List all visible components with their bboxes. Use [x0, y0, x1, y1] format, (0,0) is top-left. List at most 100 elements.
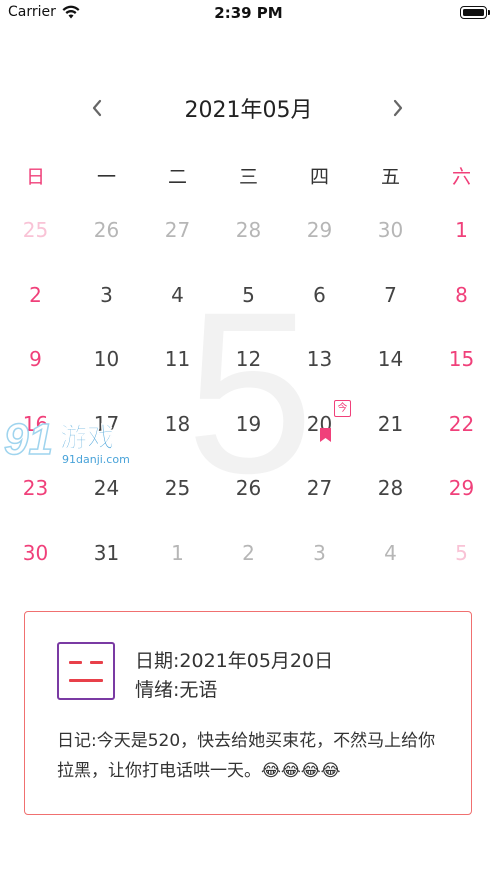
calendar-day[interactable]: 25 [142, 456, 213, 521]
calendar-day[interactable]: 5 [213, 263, 284, 328]
calendar-week-row: 2 3 4 5 6 7 8 [0, 263, 497, 328]
weekday-sun: 日 [25, 166, 45, 188]
speechless-face-icon [57, 642, 115, 700]
calendar-day-number: 29 [306, 218, 333, 242]
calendar-day[interactable]: 3 [284, 521, 355, 586]
weekday-sat: 六 [451, 166, 471, 188]
calendar-weeks: 25 26 27 28 29 30 1 2 3 4 5 6 7 8 9 10 11 12 13 14 15 16 17 18 1… [0, 198, 497, 585]
calendar-day-number: 2 [29, 282, 42, 307]
calendar-day-number: 25 [164, 476, 191, 500]
battery-icon [460, 6, 490, 19]
calendar-day[interactable]: 2 [0, 263, 71, 328]
calendar-day-number: 28 [377, 476, 404, 500]
calendar-day[interactable]: 30 [355, 198, 426, 263]
calendar-day-number: 29 [448, 476, 475, 500]
next-month-button[interactable] [386, 94, 410, 122]
calendar-day[interactable]: 5 [426, 521, 497, 586]
calendar-day-number: 3 [100, 282, 113, 307]
calendar-day-number: 11 [164, 347, 191, 371]
calendar-week-row: 30 31 1 2 3 4 5 [0, 521, 497, 586]
calendar-day[interactable]: 27 [284, 456, 355, 521]
weekday-wed: 三 [238, 166, 258, 188]
calendar-day-number: 8 [455, 282, 468, 307]
watermark-site: 91danji.com [62, 453, 130, 466]
calendar-day[interactable]: 13 [284, 327, 355, 392]
calendar-day[interactable]: 21 [355, 392, 426, 457]
svg-text:91: 91 [4, 415, 53, 464]
weekday-fri: 五 [380, 166, 400, 188]
calendar-day-number: 6 [313, 282, 326, 307]
calendar-day-number: 1 [455, 218, 468, 242]
calendar-day[interactable]: 27 [142, 198, 213, 263]
diary-card[interactable]: 日期:2021年05月20日 情绪:无语 日记:今天是520，快去给她买束花，不… [24, 611, 472, 815]
calendar-day[interactable]: 30 [0, 521, 71, 586]
calendar-day[interactable]: 9 [0, 327, 71, 392]
calendar-day-number: 2 [242, 540, 255, 565]
calendar-day[interactable]: 31 [71, 521, 142, 586]
month-header: 2021年05月 [0, 88, 497, 128]
calendar-day[interactable]: 29 [284, 198, 355, 263]
today-badge: 今 [334, 399, 351, 417]
calendar-week-row: 25 26 27 28 29 30 1 [0, 198, 497, 263]
weekday-thu: 四 [309, 166, 329, 188]
calendar-day[interactable]: 28 [213, 198, 284, 263]
calendar-day[interactable]: 8 [426, 263, 497, 328]
calendar-day[interactable]: 1 [426, 198, 497, 263]
diary-date: 日期:2021年05月20日 [135, 650, 334, 672]
calendar-day[interactable]: 29 [426, 456, 497, 521]
calendar-day-number: 25 [22, 218, 49, 242]
bookmark-icon [320, 427, 331, 442]
calendar-day-number: 24 [93, 476, 120, 500]
calendar-day[interactable]: 28 [355, 456, 426, 521]
calendar-day[interactable]: 22 [426, 392, 497, 457]
calendar-day-number: 15 [448, 347, 475, 371]
month-title: 2021年05月 [184, 98, 313, 123]
calendar-day-number: 30 [22, 540, 49, 565]
calendar-day[interactable]: 1 [142, 521, 213, 586]
calendar-day-number: 31 [93, 540, 120, 565]
calendar-day[interactable]: 7 [355, 263, 426, 328]
calendar-day[interactable]: 14 [355, 327, 426, 392]
calendar-day-number: 18 [164, 411, 191, 436]
weekday-tue: 二 [167, 166, 187, 188]
calendar-day[interactable]: 19 [213, 392, 284, 457]
calendar-day[interactable]: 10 [71, 327, 142, 392]
diary-mood: 情绪:无语 [135, 679, 218, 701]
calendar-day[interactable]: 11 [142, 327, 213, 392]
calendar-day-number: 27 [306, 476, 333, 500]
calendar-day-number: 9 [29, 347, 42, 371]
calendar-day-number: 26 [235, 476, 262, 500]
calendar-day-number: 7 [384, 282, 397, 307]
calendar-day-number: 12 [235, 347, 262, 371]
calendar-day[interactable]: 12 [213, 327, 284, 392]
chevron-right-icon [393, 99, 403, 117]
calendar-day[interactable]: 25 [0, 198, 71, 263]
calendar-day-number: 27 [164, 218, 191, 242]
calendar-day[interactable]: 26 [71, 198, 142, 263]
calendar-day[interactable]: 20 今 [284, 392, 355, 457]
status-bar: Carrier 2:39 PM [0, 0, 497, 28]
calendar-day-number: 4 [171, 282, 184, 307]
calendar-day-number: 1 [171, 540, 184, 565]
calendar-day-number: 14 [377, 347, 404, 371]
watermark-logo: 91 游戏 91danji.com [3, 414, 130, 466]
calendar-day[interactable]: 15 [426, 327, 497, 392]
calendar-day-number: 13 [306, 347, 333, 371]
calendar-day-number: 10 [93, 347, 120, 371]
watermark-brand: 游戏 [60, 423, 114, 454]
calendar-day-number: 21 [377, 411, 404, 436]
calendar-day-number: 30 [377, 218, 404, 242]
calendar-day[interactable]: 18 [142, 392, 213, 457]
calendar-day-number: 23 [22, 476, 49, 500]
calendar-day[interactable]: 4 [355, 521, 426, 586]
status-time: 2:39 PM [214, 4, 283, 22]
calendar-day-number: 19 [235, 411, 262, 436]
calendar-day[interactable]: 26 [213, 456, 284, 521]
diary-content: 日记:今天是520，快去给她买束花，不然马上给你拉黑，让你打电话哄一天。😂😂😂😂 [57, 731, 436, 781]
calendar-day-number: 22 [448, 411, 475, 436]
calendar-day[interactable]: 4 [142, 263, 213, 328]
weekday-mon: 一 [96, 166, 116, 188]
calendar-day[interactable]: 3 [71, 263, 142, 328]
calendar-day[interactable]: 6 [284, 263, 355, 328]
calendar-day[interactable]: 2 [213, 521, 284, 586]
